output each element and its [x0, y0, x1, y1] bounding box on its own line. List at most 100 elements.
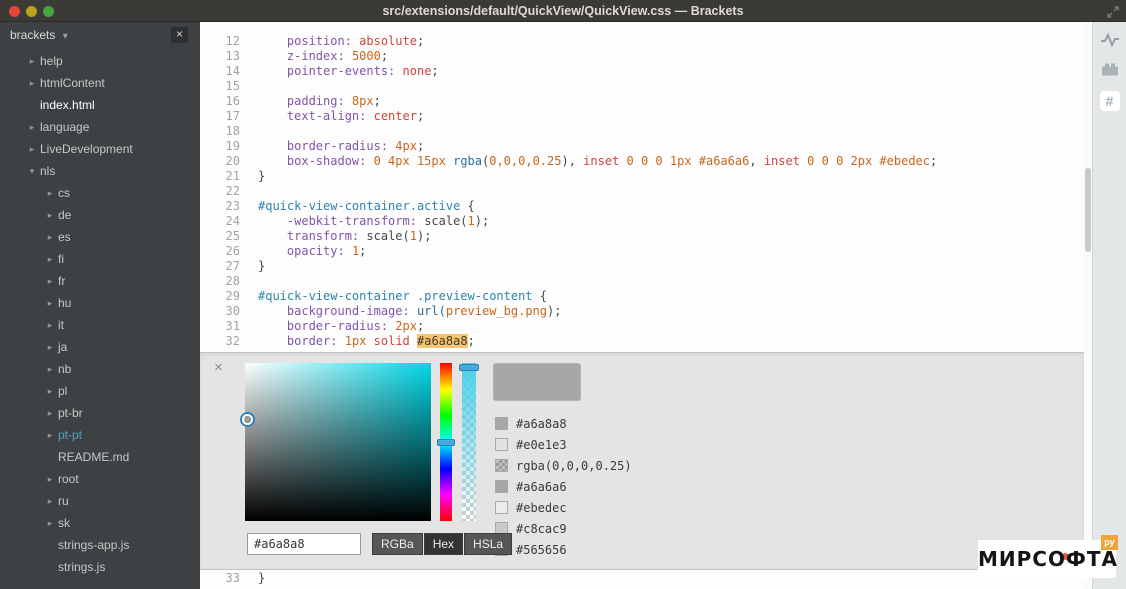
folder-arrow-icon[interactable]: ▸ [44, 474, 56, 485]
code-line[interactable]: 12 position: absolute; [200, 34, 1084, 49]
code-line[interactable]: 32 border: 1px solid #a6a8a8; [200, 334, 1084, 349]
color-swatch[interactable] [495, 459, 508, 472]
folder-arrow-icon[interactable]: ▸ [26, 144, 38, 155]
tree-item-pt-br[interactable]: ▸ pt-br [0, 402, 200, 424]
alpha-slider[interactable] [459, 363, 479, 521]
folder-arrow-icon[interactable]: ▸ [44, 386, 56, 397]
code-line[interactable]: 17 text-align: center; [200, 109, 1084, 124]
folder-arrow-icon[interactable]: ▸ [44, 298, 56, 309]
tree-item-cs[interactable]: ▸ cs [0, 182, 200, 204]
scrollbar-thumb[interactable] [1085, 168, 1091, 252]
code-line[interactable]: 26 opacity: 1; [200, 244, 1084, 259]
tree-item-index.html[interactable]: index.html [0, 94, 200, 116]
live-preview-icon[interactable] [1100, 32, 1120, 53]
tree-item-fr[interactable]: ▸ fr [0, 270, 200, 292]
format-button-hex[interactable]: Hex [423, 533, 464, 555]
swatch-row[interactable]: #a6a8a8 [495, 413, 632, 434]
folder-arrow-icon[interactable]: ▸ [44, 254, 56, 265]
color-swatch[interactable] [495, 480, 508, 493]
tree-item-it[interactable]: ▸ it [0, 314, 200, 336]
tree-item-nls[interactable]: ▾ nls [0, 160, 200, 182]
tree-item-strings.js[interactable]: strings.js [0, 556, 200, 578]
tree-item-root[interactable]: ▸ root [0, 468, 200, 490]
saturation-cursor[interactable] [242, 414, 253, 425]
tree-item-LiveDevelopment[interactable]: ▸ LiveDevelopment [0, 138, 200, 160]
code-line[interactable]: 27} [200, 259, 1084, 274]
code-line[interactable]: 15 [200, 79, 1084, 94]
alpha-handle[interactable] [459, 364, 479, 371]
folder-open-arrow-icon[interactable]: ▾ [26, 166, 38, 177]
sidebar-close-button[interactable]: × [171, 27, 188, 43]
swatch-row[interactable]: #c8cac9 [495, 518, 632, 539]
color-swatch[interactable] [495, 501, 508, 514]
tree-item-pt-pt[interactable]: ▸ pt-pt [0, 424, 200, 446]
color-value-input[interactable] [247, 533, 361, 555]
close-button[interactable] [9, 6, 20, 17]
hue-slider[interactable] [437, 363, 455, 521]
folder-arrow-icon[interactable]: ▸ [44, 408, 56, 419]
code-line[interactable]: 24 -webkit-transform: scale(1); [200, 214, 1084, 229]
tree-item-sk[interactable]: ▸ sk [0, 512, 200, 534]
code-line[interactable]: 13 z-index: 5000; [200, 49, 1084, 64]
code-line[interactable]: 33} [200, 571, 1084, 586]
swatch-row[interactable]: #e0e1e3 [495, 434, 632, 455]
code-line[interactable]: 18 [200, 124, 1084, 139]
code-line[interactable]: 16 padding: 8px; [200, 94, 1084, 109]
format-button-rgba[interactable]: RGBa [372, 533, 423, 555]
minimize-button[interactable] [26, 6, 37, 17]
maximize-button[interactable] [43, 6, 54, 17]
swatch-row[interactable]: #565656 [495, 539, 632, 560]
code-line[interactable]: 21} [200, 169, 1084, 184]
tree-item-fi[interactable]: ▸ fi [0, 248, 200, 270]
tree-item-de[interactable]: ▸ de [0, 204, 200, 226]
folder-arrow-icon[interactable]: ▸ [44, 210, 56, 221]
folder-arrow-icon[interactable]: ▸ [44, 342, 56, 353]
tree-item-htmlContent[interactable]: ▸ htmlContent [0, 72, 200, 94]
folder-arrow-icon[interactable]: ▸ [26, 78, 38, 89]
tree-item-nb[interactable]: ▸ nb [0, 358, 200, 380]
code-line[interactable]: 14 pointer-events: none; [200, 64, 1084, 79]
code-line[interactable]: 23 #quick-view-container.active { [200, 199, 1084, 214]
folder-arrow-icon[interactable]: ▸ [44, 276, 56, 287]
folder-arrow-icon[interactable]: ▸ [44, 496, 56, 507]
extension-manager-icon[interactable] [1101, 62, 1119, 82]
color-hash-icon[interactable]: # [1099, 91, 1120, 111]
folder-arrow-icon[interactable]: ▸ [44, 320, 56, 331]
color-swatch[interactable] [495, 438, 508, 451]
folder-arrow-icon[interactable]: ▸ [44, 430, 56, 441]
color-swatch[interactable] [495, 417, 508, 430]
swatch-row[interactable]: #ebedec [495, 497, 632, 518]
folder-arrow-icon[interactable]: ▸ [44, 364, 56, 375]
folder-arrow-icon[interactable]: ▸ [26, 122, 38, 133]
tree-item-help[interactable]: ▸ help [0, 50, 200, 72]
folder-arrow-icon[interactable]: ▸ [26, 56, 38, 67]
code-line[interactable]: 20 box-shadow: 0 4px 15px rgba(0,0,0,0.2… [200, 154, 1084, 169]
code-editor[interactable]: 12 position: absolute; 13 z-index: 5000; 1… [200, 22, 1092, 589]
code-line[interactable]: 30 background-image: url(preview_bg.png)… [200, 304, 1084, 319]
tree-item-language[interactable]: ▸ language [0, 116, 200, 138]
saturation-square[interactable] [242, 363, 431, 521]
tree-item-hu[interactable]: ▸ hu [0, 292, 200, 314]
tree-item-README.md[interactable]: README.md [0, 446, 200, 468]
code-line[interactable]: 22 [200, 184, 1084, 199]
project-dropdown[interactable]: brackets ▾ [0, 22, 200, 48]
folder-arrow-icon[interactable]: ▸ [44, 232, 56, 243]
folder-arrow-icon[interactable]: ▸ [44, 188, 56, 199]
hue-handle[interactable] [437, 439, 455, 446]
tree-item-strings-app.js[interactable]: strings-app.js [0, 534, 200, 556]
editor-scrollbar[interactable] [1084, 22, 1092, 589]
close-icon[interactable]: × [214, 359, 223, 376]
tree-item-es[interactable]: ▸ es [0, 226, 200, 248]
folder-arrow-icon[interactable]: ▸ [44, 518, 56, 529]
code-line[interactable]: 31 border-radius: 2px; [200, 319, 1084, 334]
tree-item-ja[interactable]: ▸ ja [0, 336, 200, 358]
tree-item-pl[interactable]: ▸ pl [0, 380, 200, 402]
code-line[interactable]: 29 #quick-view-container .preview-content… [200, 289, 1084, 304]
code-line[interactable]: 28 [200, 274, 1084, 289]
format-button-hsla[interactable]: HSLa [464, 533, 513, 555]
swatch-row[interactable]: #a6a6a6 [495, 476, 632, 497]
code-line[interactable]: 19 border-radius: 4px; [200, 139, 1084, 154]
code-line[interactable]: 25 transform: scale(1); [200, 229, 1084, 244]
tree-item-ru[interactable]: ▸ ru [0, 490, 200, 512]
swatch-row[interactable]: rgba(0,0,0,0.25) [495, 455, 632, 476]
